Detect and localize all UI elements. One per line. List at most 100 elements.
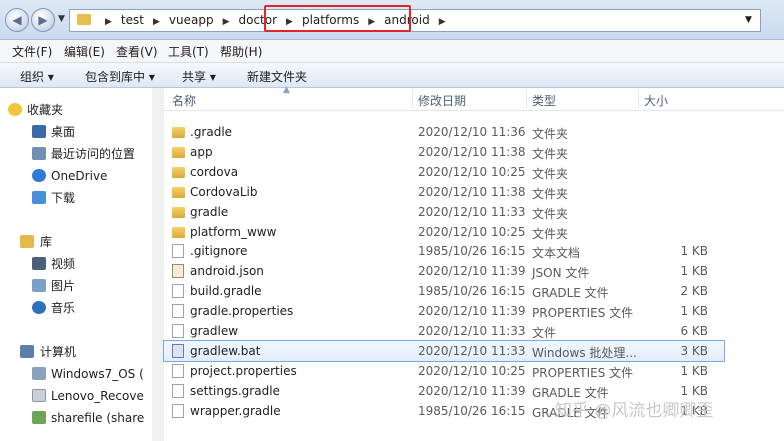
file-date: 2020/12/10 11:39 xyxy=(418,264,526,279)
file-date: 2020/12/10 10:25 xyxy=(418,363,526,378)
back-arrow-icon: ◀ xyxy=(12,13,22,27)
table-row[interactable]: CordovaLib 2020/12/10 11:38 文件夹 xyxy=(164,182,724,202)
file-size: 2 KB xyxy=(680,284,708,299)
file-date: 2020/12/10 10:25 xyxy=(418,164,526,179)
column-type[interactable]: 类型 xyxy=(532,92,556,109)
nav-drive-recovery[interactable]: Lenovo_Recove xyxy=(0,386,150,406)
nav-computer[interactable]: 计算机 xyxy=(0,342,150,362)
nav-music[interactable]: 音乐 xyxy=(0,298,150,318)
file-type: 文件夹 xyxy=(532,206,569,221)
forward-button[interactable]: ▶ xyxy=(31,8,55,32)
table-row[interactable]: .gitignore 1985/10/26 16:15 文本文档 1 KB xyxy=(164,241,724,261)
file-date: 2020/12/10 11:33 xyxy=(418,343,526,358)
file-name: CordovaLib xyxy=(190,184,258,199)
column-size[interactable]: 大小 xyxy=(644,92,668,109)
file-list: 名称 ▲ 修改日期 类型 大小 .gradle 2020/12/10 11:36 文… xyxy=(163,85,784,441)
menu-view[interactable]: 查看(V) xyxy=(116,43,158,60)
file-date: 1985/10/26 16:15 xyxy=(418,284,526,299)
nav-downloads[interactable]: 下载 xyxy=(0,188,150,208)
menu-edit[interactable]: 编辑(E) xyxy=(64,43,105,60)
breadcrumb-separator-icon[interactable]: ▶ xyxy=(439,12,446,33)
organize-button[interactable]: 组织 ▾ xyxy=(20,68,54,85)
sort-arrow-icon: ▲ xyxy=(283,85,290,95)
file-icon xyxy=(172,264,184,279)
nav-network-share[interactable]: sharefile (share xyxy=(0,408,150,428)
nav-pictures[interactable]: 图片 xyxy=(0,276,150,296)
nav-videos[interactable]: 视频 xyxy=(0,254,150,274)
file-date: 1985/10/26 16:15 xyxy=(418,403,526,418)
file-icon xyxy=(172,383,184,398)
watermark: 知乎 @风流也卿卿歪 xyxy=(555,401,714,421)
nav-favorites[interactable]: 收藏夹 xyxy=(0,100,150,120)
column-divider[interactable] xyxy=(412,90,413,108)
folder-icon xyxy=(172,186,185,198)
nav-label: 桌面 xyxy=(51,125,76,139)
file-name: cordova xyxy=(190,164,239,179)
share-button[interactable]: 共享 ▾ xyxy=(182,68,216,85)
command-bar: 组织 ▾ 包含到库中 ▾ 共享 ▾ 新建文件夹 xyxy=(0,63,784,88)
folder-icon xyxy=(172,226,185,238)
table-row[interactable]: build.gradle 1985/10/26 16:15 GRADLE 文件 2 K… xyxy=(164,281,724,301)
table-row[interactable]: cordova 2020/12/10 10:25 文件夹 xyxy=(164,162,724,182)
file-type: 文件夹 xyxy=(532,146,569,161)
breadcrumb-separator-icon[interactable]: ▶ xyxy=(105,12,112,33)
address-bar-area: ◀ ▶ ▼ ▶ test ▶ vueapp ▶ doctor ▶ platforms ▶ andr… xyxy=(0,0,784,40)
file-size: 1 KB xyxy=(680,244,708,259)
file-date: 2020/12/10 11:39 xyxy=(418,383,526,398)
table-row[interactable]: app 2020/12/10 11:38 文件夹 xyxy=(164,142,724,162)
nav-onedrive[interactable]: OneDrive xyxy=(0,166,150,186)
navigation-scrollbar[interactable] xyxy=(152,88,164,441)
breadcrumb-item[interactable]: test xyxy=(121,10,144,31)
file-date: 2020/12/10 11:33 xyxy=(418,204,526,219)
nav-recent-places[interactable]: 最近访问的位置 xyxy=(0,144,150,164)
table-row[interactable]: gradle 2020/12/10 11:33 文件夹 xyxy=(164,202,724,222)
file-type: 文本文档 xyxy=(532,246,581,261)
column-date[interactable]: 修改日期 xyxy=(418,92,466,109)
history-dropdown-icon[interactable]: ▼ xyxy=(58,14,65,24)
menu-bar: 文件(F) 编辑(E) 查看(V) 工具(T) 帮助(H) xyxy=(0,40,784,63)
file-name: app xyxy=(190,144,213,159)
breadcrumb-item[interactable]: vueapp xyxy=(169,10,214,31)
file-name: wrapper.gradle xyxy=(190,403,281,418)
file-name: gradle.properties xyxy=(190,304,294,319)
table-row[interactable]: gradlew 2020/12/10 11:33 文件 6 KB xyxy=(164,321,724,341)
menu-help[interactable]: 帮助(H) xyxy=(220,43,262,60)
file-type: 文件夹 xyxy=(532,166,569,181)
recent-places-icon xyxy=(32,147,46,160)
menu-file[interactable]: 文件(F) xyxy=(12,43,52,60)
table-row[interactable]: .gradle 2020/12/10 11:36 文件夹 xyxy=(164,122,724,142)
column-name[interactable]: 名称 xyxy=(172,92,196,109)
column-divider[interactable] xyxy=(638,90,639,108)
file-name: gradle xyxy=(190,204,229,219)
column-header: 名称 ▲ 修改日期 类型 大小 xyxy=(164,85,784,111)
back-button[interactable]: ◀ xyxy=(5,8,29,32)
table-row[interactable]: project.properties 2020/12/10 10:25 PROPER… xyxy=(164,361,724,381)
table-row[interactable]: gradle.properties 2020/12/10 11:39 PROPERT… xyxy=(164,301,724,321)
table-row[interactable]: android.json 2020/12/10 11:39 JSON 文件 1 KB xyxy=(164,261,724,281)
address-box[interactable]: ▶ test ▶ vueapp ▶ doctor ▶ platforms ▶ android ▶ ▼ xyxy=(69,9,761,32)
table-row[interactable]: platform_www 2020/12/10 10:25 文件夹 xyxy=(164,222,724,242)
folder-icon xyxy=(172,166,185,178)
file-icon xyxy=(172,403,184,418)
nav-desktop[interactable]: 桌面 xyxy=(0,122,150,142)
file-type: JSON 文件 xyxy=(532,266,590,281)
breadcrumb-separator-icon[interactable]: ▶ xyxy=(153,12,160,33)
folder-icon xyxy=(172,146,185,158)
nav-libraries[interactable]: 库 xyxy=(0,232,150,252)
file-icon xyxy=(172,363,184,378)
table-row[interactable]: gradlew.bat 2020/12/10 11:33 Windows 批处理..… xyxy=(163,339,725,362)
file-name: gradlew xyxy=(190,324,239,338)
menu-tools[interactable]: 工具(T) xyxy=(168,43,209,60)
nav-drive-c[interactable]: Windows7_OS ( xyxy=(0,364,150,384)
file-date: 2020/12/10 11:38 xyxy=(418,144,526,159)
include-in-library-button[interactable]: 包含到库中 ▾ xyxy=(85,68,155,85)
column-divider[interactable] xyxy=(526,90,527,108)
new-folder-button[interactable]: 新建文件夹 xyxy=(247,68,307,85)
breadcrumb-separator-icon[interactable]: ▶ xyxy=(223,12,230,33)
picture-icon xyxy=(32,279,46,292)
file-size: 3 KB xyxy=(680,343,708,358)
folder-icon xyxy=(77,14,91,25)
address-dropdown-icon[interactable]: ▼ xyxy=(745,15,752,25)
file-type: 文件 xyxy=(532,326,557,340)
file-icon xyxy=(172,343,184,358)
